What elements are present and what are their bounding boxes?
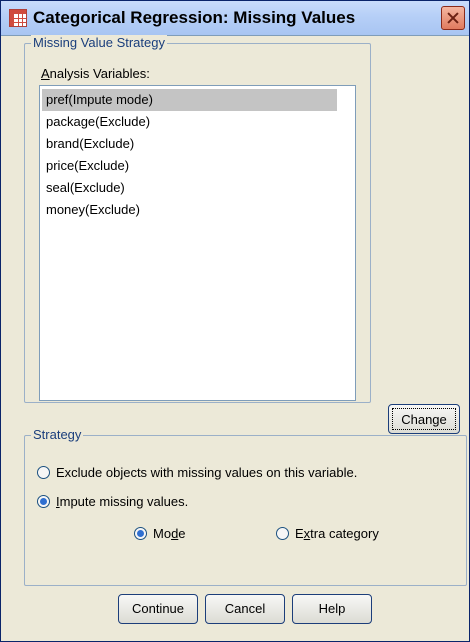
list-item[interactable]: seal(Exclude) [42, 177, 337, 199]
exclude-objects-label: Exclude objects with missing values on t… [56, 465, 358, 480]
close-icon[interactable] [441, 6, 465, 30]
exclude-objects-radio[interactable] [37, 466, 50, 480]
table-icon [9, 9, 27, 27]
list-item[interactable]: brand(Exclude) [42, 133, 337, 155]
mode-label: Mode [153, 526, 186, 541]
cancel-button[interactable]: Cancel [205, 594, 285, 624]
help-button[interactable]: Help [292, 594, 372, 624]
strategy-legend: Strategy [31, 427, 84, 443]
change-button[interactable]: Change [388, 404, 460, 434]
mode-option[interactable]: Mode [134, 525, 186, 543]
missing-value-strategy-legend: Missing Value Strategy [31, 35, 167, 51]
analysis-variables-label: Analysis Variables: [41, 66, 150, 81]
impute-missing-option[interactable]: Impute missing values. [37, 493, 188, 511]
extra-category-radio[interactable] [276, 527, 289, 541]
extra-category-label: Extra category [295, 526, 379, 541]
impute-missing-radio[interactable] [37, 495, 50, 509]
list-item[interactable]: package(Exclude) [42, 111, 337, 133]
list-item[interactable]: money(Exclude) [42, 199, 337, 221]
window-title: Categorical Regression: Missing Values [33, 8, 356, 27]
dialog-window: Categorical Regression: Missing Values M… [0, 0, 470, 642]
change-button-label: Change [392, 408, 456, 430]
mode-radio[interactable] [134, 527, 147, 541]
list-item[interactable]: pref(Impute mode) [42, 89, 337, 111]
list-item[interactable]: price(Exclude) [42, 155, 337, 177]
title-bar[interactable]: Categorical Regression: Missing Values [1, 1, 469, 36]
exclude-objects-option[interactable]: Exclude objects with missing values on t… [37, 464, 357, 482]
analysis-variables-list[interactable]: pref(Impute mode) package(Exclude) brand… [39, 85, 356, 401]
impute-missing-label: Impute missing values. [56, 494, 189, 509]
continue-button[interactable]: Continue [118, 594, 198, 624]
dialog-content: Missing Value Strategy Analysis Variable… [1, 35, 469, 641]
extra-category-option[interactable]: Extra category [276, 525, 379, 543]
